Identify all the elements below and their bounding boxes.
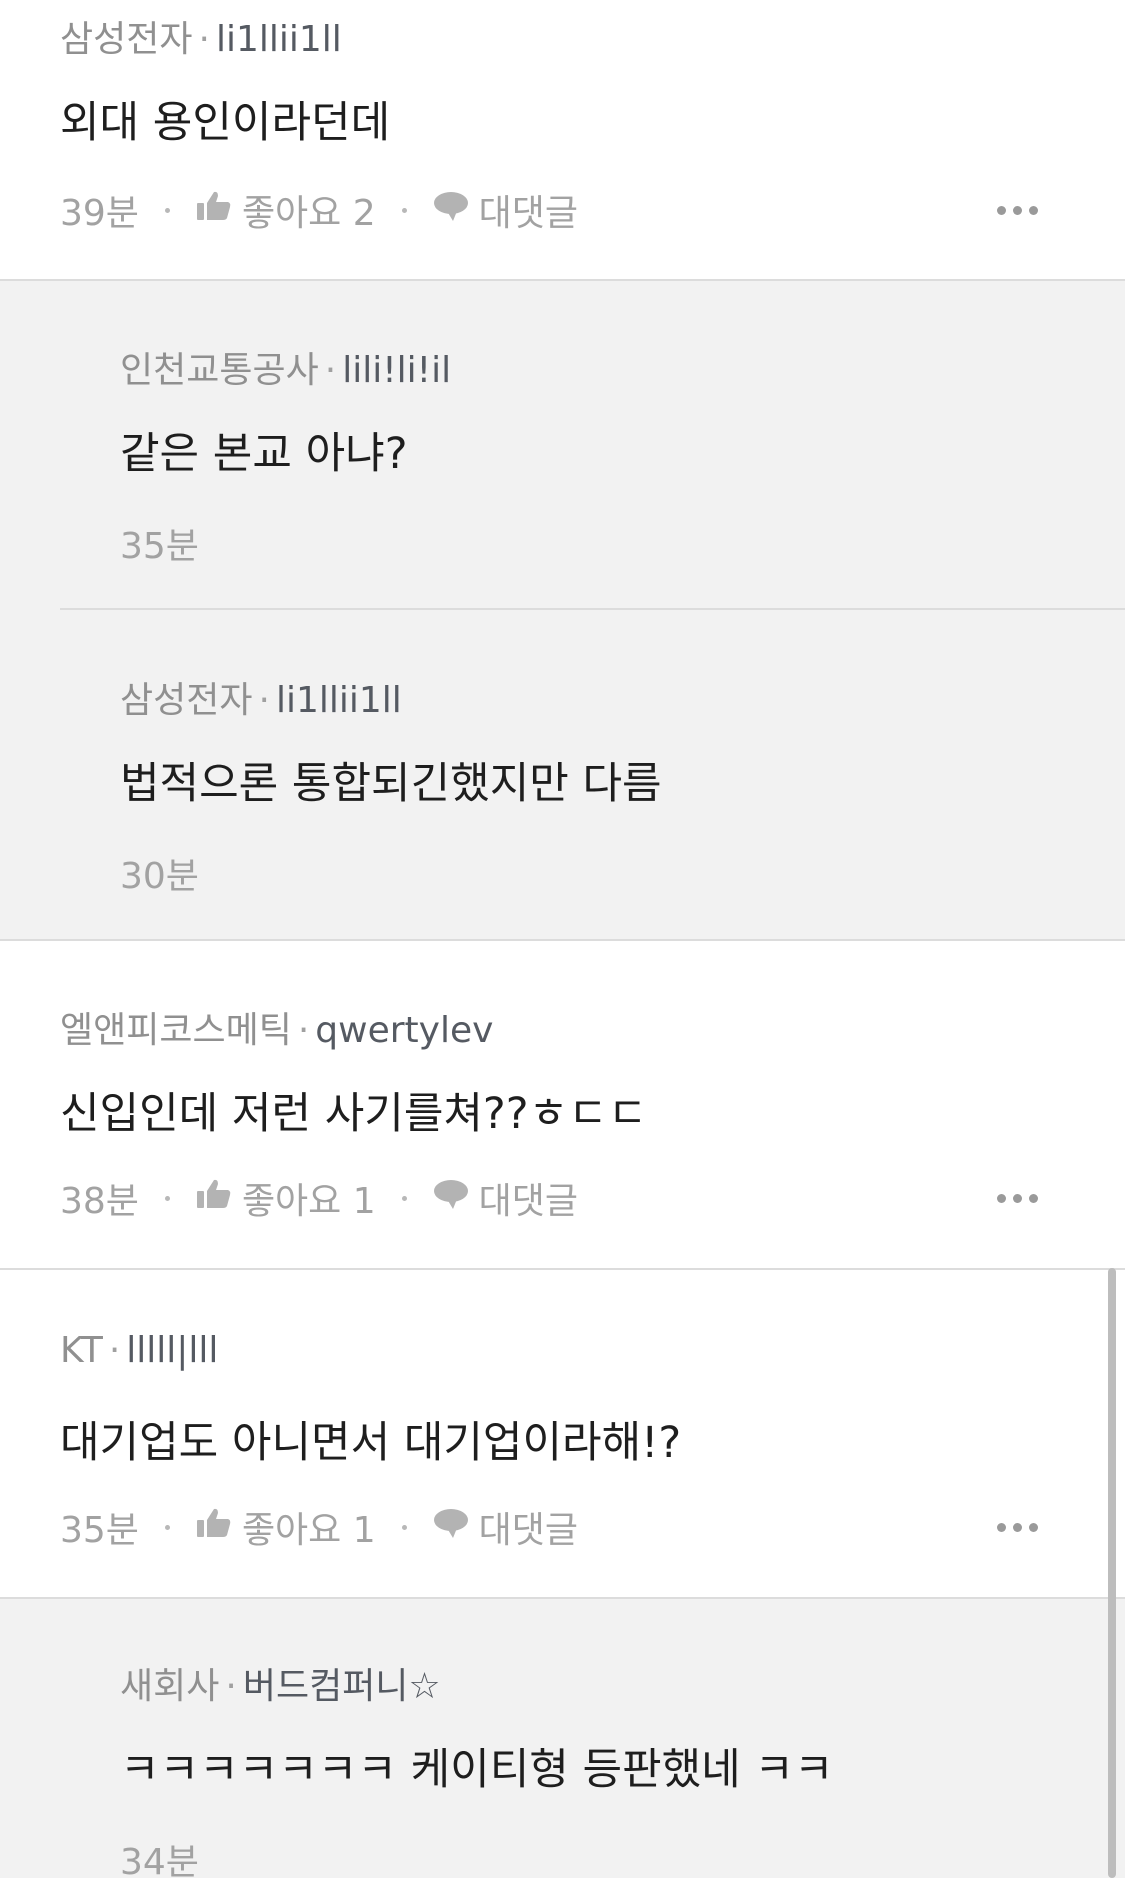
comment-meta: KT · lllll|lll — [60, 1330, 218, 1371]
scrollbar[interactable] — [1108, 1268, 1116, 1878]
meta-separator: · — [108, 1330, 121, 1371]
comment-actions: 35분 좋아요 1 대댓글 — [60, 1502, 578, 1552]
meta-dot — [401, 1195, 407, 1201]
thumbs-up-icon — [196, 1178, 232, 1219]
company-name: 삼성전자 — [60, 19, 193, 60]
nickname[interactable]: lllll|lll — [126, 1330, 218, 1371]
comment-meta: 삼성전자 · li1llii1ll — [120, 671, 402, 723]
more-dots-icon[interactable] — [997, 206, 1038, 215]
more-dots-icon[interactable] — [997, 1523, 1038, 1532]
reply-label: 대댓글 — [478, 1181, 579, 1222]
meta-dot — [401, 207, 407, 213]
comment-meta: 인천교통공사 · lili!li!il — [120, 341, 451, 393]
reply-thread: 새회사 · 버드컴퍼니☆ ㅋㅋㅋㅋㅋㅋㅋ 케이티형 등판했네 ㅋㅋ 34분 — [0, 1599, 1125, 1883]
comment-text: ㅋㅋㅋㅋㅋㅋㅋ 케이티형 등판했네 ㅋㅋ — [120, 1745, 834, 1795]
thumbs-up-icon — [196, 1507, 232, 1548]
like-label: 좋아요 1 — [241, 1510, 376, 1551]
comment-meta: 새회사 · 버드컴퍼니☆ — [120, 1657, 441, 1709]
more-dots-icon[interactable] — [997, 1194, 1038, 1203]
comment-actions: 39분 좋아요 2 대댓글 — [60, 185, 578, 235]
speech-bubble-icon — [433, 1507, 469, 1548]
meta-dot — [164, 1524, 170, 1530]
meta-separator: · — [324, 350, 337, 391]
like-button[interactable]: 좋아요 1 — [196, 1172, 376, 1224]
comment-meta: 삼성전자 · li1llii1ll — [60, 10, 342, 62]
reply-label: 대댓글 — [478, 1510, 579, 1551]
meta-dot — [164, 207, 170, 213]
comment-item: 엘앤피코스메틱 · qwertylev 신입인데 저런 사기를쳐??ㅎㄷㄷ 38분 … — [0, 941, 1125, 1269]
nickname[interactable]: lili!li!il — [342, 350, 451, 391]
company-name: KT — [60, 1330, 103, 1371]
comment-item: 삼성전자 · li1llii1ll 외대 용인이라던데 39분 좋아요 2 대댓글 — [0, 0, 1125, 280]
reply-button[interactable]: 대댓글 — [433, 1501, 578, 1553]
reply-thread: 인천교통공사 · lili!li!il 같은 본교 아냐? 35분 삼성전자 · li1… — [0, 281, 1125, 940]
reply-label: 대댓글 — [478, 193, 579, 234]
comment-actions: 38분 좋아요 1 대댓글 — [60, 1173, 578, 1223]
like-button[interactable]: 좋아요 2 — [196, 184, 376, 236]
meta-separator: · — [198, 19, 210, 60]
company-name: 인천교통공사 — [120, 350, 319, 391]
comment-text: 신입인데 저런 사기를쳐??ㅎㄷㄷ — [60, 1089, 648, 1139]
like-label: 좋아요 1 — [241, 1181, 376, 1222]
meta-dot — [164, 1195, 170, 1201]
comment-text: 외대 용인이라던데 — [60, 98, 391, 148]
comment-text: 법적으론 통합되긴했지만 다름 — [120, 759, 662, 809]
comment-time: 30분 — [120, 856, 199, 897]
nickname[interactable]: li1llii1ll — [216, 19, 342, 60]
like-button[interactable]: 좋아요 1 — [196, 1501, 376, 1553]
speech-bubble-icon — [433, 1178, 469, 1219]
nickname[interactable]: 버드컴퍼니☆ — [243, 1666, 441, 1707]
meta-separator: · — [225, 1666, 237, 1707]
nickname[interactable]: li1llii1ll — [276, 680, 402, 721]
company-name: 삼성전자 — [120, 680, 253, 721]
speech-bubble-icon — [433, 190, 469, 231]
comment-time: 35분 — [60, 1510, 139, 1551]
thumbs-up-icon — [196, 190, 232, 231]
comment-time: 35분 — [120, 526, 199, 567]
company-name: 새회사 — [120, 1666, 220, 1707]
divider — [60, 608, 1125, 610]
comment-time: 39분 — [60, 193, 139, 234]
nickname[interactable]: qwertylev — [315, 1010, 493, 1051]
reply-button[interactable]: 대댓글 — [433, 184, 578, 236]
like-label: 좋아요 2 — [241, 193, 376, 234]
comment-meta: 엘앤피코스메틱 · qwertylev — [60, 1001, 493, 1053]
meta-separator: · — [297, 1010, 310, 1051]
meta-dot — [401, 1524, 407, 1530]
meta-separator: · — [258, 680, 270, 721]
comment-text: 대기업도 아니면서 대기업이라해!? — [60, 1418, 682, 1468]
comment-text: 같은 본교 아냐? — [120, 429, 408, 479]
comment-time: 38분 — [60, 1181, 139, 1222]
comment-time: 34분 — [120, 1842, 199, 1883]
reply-button[interactable]: 대댓글 — [433, 1172, 578, 1224]
comment-item: KT · lllll|lll 대기업도 아니면서 대기업이라해!? 35분 좋아요 … — [0, 1270, 1125, 1598]
company-name: 엘앤피코스메틱 — [60, 1010, 292, 1051]
